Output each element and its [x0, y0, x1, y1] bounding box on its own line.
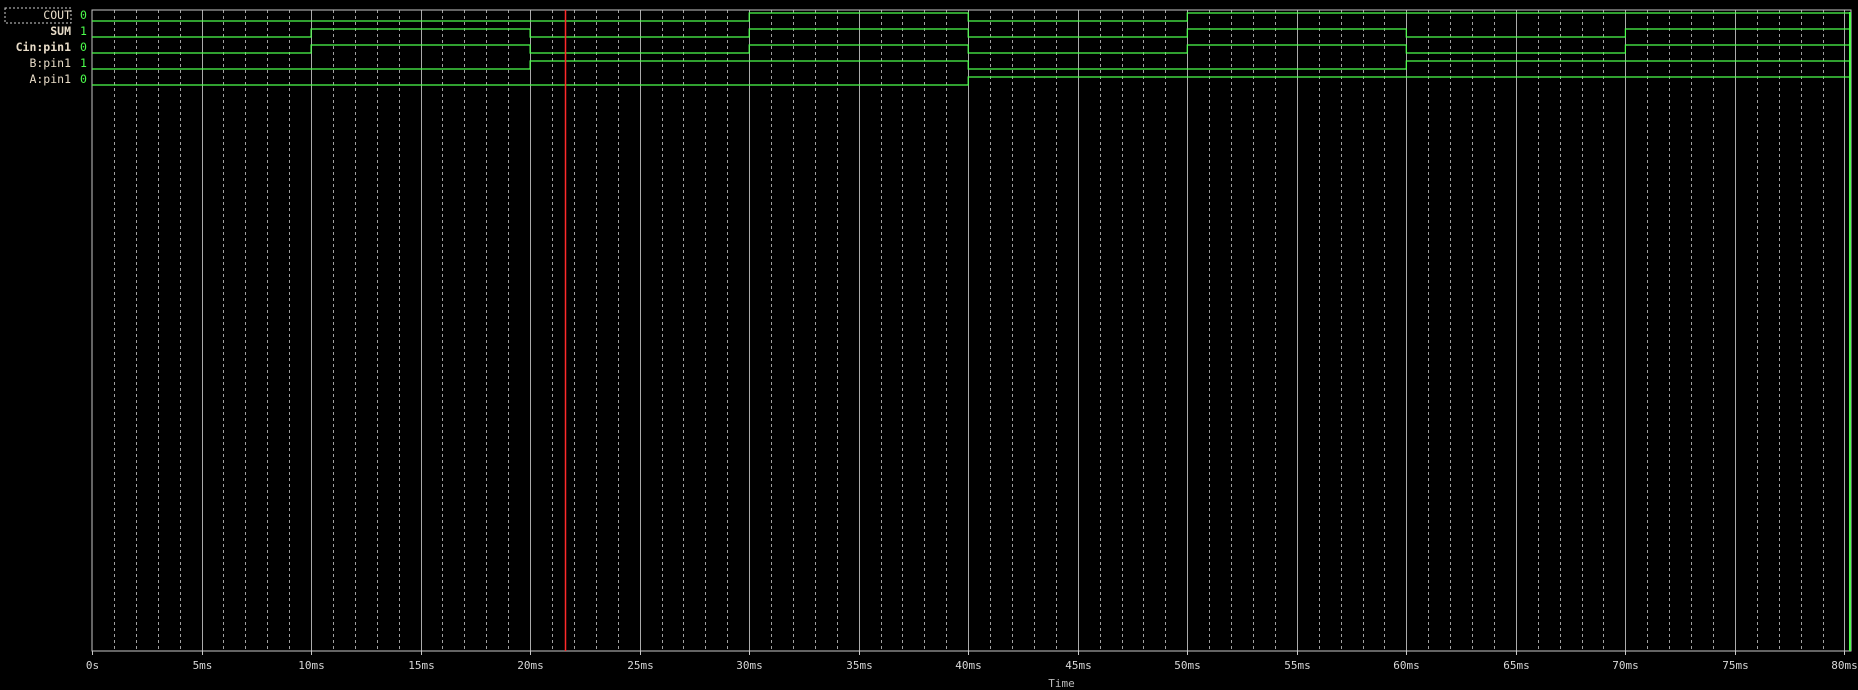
tick-label: 20ms [517, 659, 544, 672]
signal-value: 0 [80, 72, 87, 86]
time-axis: 0s 5ms 10ms 15ms 20ms 25ms 30ms 35ms 40ms 45ms 50m… [86, 651, 1858, 690]
tick-label: 60ms [1393, 659, 1420, 672]
signal-row[interactable]: B:pin1 1 [29, 56, 87, 70]
tick-label: 55ms [1284, 659, 1311, 672]
time-cursor-layer[interactable] [564, 10, 1851, 651]
tick-label: 45ms [1065, 659, 1092, 672]
signal-name-list[interactable]: COUT 0 SUM 1 Cin:pin1 0 B:pin1 1 A:pin1 0 [4, 7, 87, 86]
tick-label: 75ms [1722, 659, 1749, 672]
tick-label: 5ms [193, 659, 213, 672]
signal-name: SUM [50, 24, 71, 38]
time-grid [91, 9, 1852, 652]
tick-label: 65ms [1503, 659, 1530, 672]
signal-name: Cin:pin1 [16, 40, 71, 54]
tick-label: 35ms [846, 659, 873, 672]
tick-label: 70ms [1612, 659, 1639, 672]
signal-row[interactable]: SUM 1 [50, 24, 87, 38]
signal-name: A:pin1 [29, 72, 71, 86]
signal-row[interactable]: A:pin1 0 [29, 72, 87, 86]
tick-label: 0s [86, 659, 99, 672]
tick-label: 40ms [955, 659, 982, 672]
signal-value: 1 [80, 24, 87, 38]
signal-row[interactable]: COUT 0 [4, 7, 87, 24]
tick-label: 25ms [627, 659, 654, 672]
waveform-viewer[interactable]: COUT 0 SUM 1 Cin:pin1 0 B:pin1 1 A:pin1 0 0s 5ms 10… [0, 0, 1858, 690]
signal-value: 0 [80, 40, 87, 54]
signal-row[interactable]: Cin:pin1 0 [16, 40, 87, 54]
signal-value: 0 [80, 8, 87, 22]
tick-label: 80ms [1831, 659, 1858, 672]
signal-name: B:pin1 [29, 56, 71, 70]
tick-label: 15ms [408, 659, 435, 672]
signal-name: COUT [43, 8, 71, 22]
time-axis-title: Time [1048, 677, 1075, 690]
tick-label: 50ms [1174, 659, 1201, 672]
tick-label: 30ms [736, 659, 763, 672]
tick-label: 10ms [298, 659, 325, 672]
signal-value: 1 [80, 56, 87, 70]
